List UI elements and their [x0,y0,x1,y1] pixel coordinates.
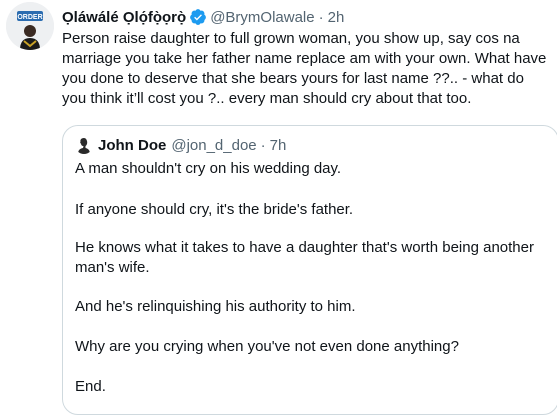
avatar-badge-text: ORDER [17,14,42,21]
author-handle[interactable]: @BrymOlawale [210,9,314,26]
author-name[interactable]: Ọláwálé Ọlọ́fọ̀ọrọ̀ [62,9,186,26]
tweet[interactable]: ORDER Ọláwálé Ọlọ́fọ̀ọrọ̀ @BrymOlawale ·… [0,0,557,415]
author-avatar[interactable]: ORDER [6,2,54,50]
separator-dot: · [318,8,324,26]
quoted-paragraph: And he's relinquishing his authority to … [75,298,356,315]
quoted-paragraph: If anyone should cry, it's the bride's f… [75,201,354,218]
quoted-author-avatar[interactable] [75,136,93,154]
quoted-paragraph: Why are you crying when you've not even … [75,338,459,355]
verified-badge-icon [189,8,207,26]
tweet-text: Person raise daughter to full grown woma… [62,30,547,107]
quoted-paragraph: A man shouldn't cry on his wedding day. [75,160,342,177]
quoted-separator-dot: · [260,136,266,154]
quoted-tweet-header: John Doe @jon_d_doe · 7h [75,134,286,156]
quoted-author-handle[interactable]: @jon_d_doe [171,137,256,154]
quoted-paragraph: He knows what it takes to have a daughte… [75,239,534,276]
quoted-author-name[interactable]: John Doe [98,137,166,154]
quoted-tweet[interactable]: John Doe @jon_d_doe · 7h A man shouldn't… [62,125,557,415]
tweet-timestamp[interactable]: 2h [328,9,345,26]
quoted-paragraph: End. [75,378,106,395]
tweet-header: Ọláwálé Ọlọ́fọ̀ọrọ̀ @BrymOlawale · 2h [62,6,344,28]
quoted-tweet-timestamp[interactable]: 7h [270,137,287,154]
